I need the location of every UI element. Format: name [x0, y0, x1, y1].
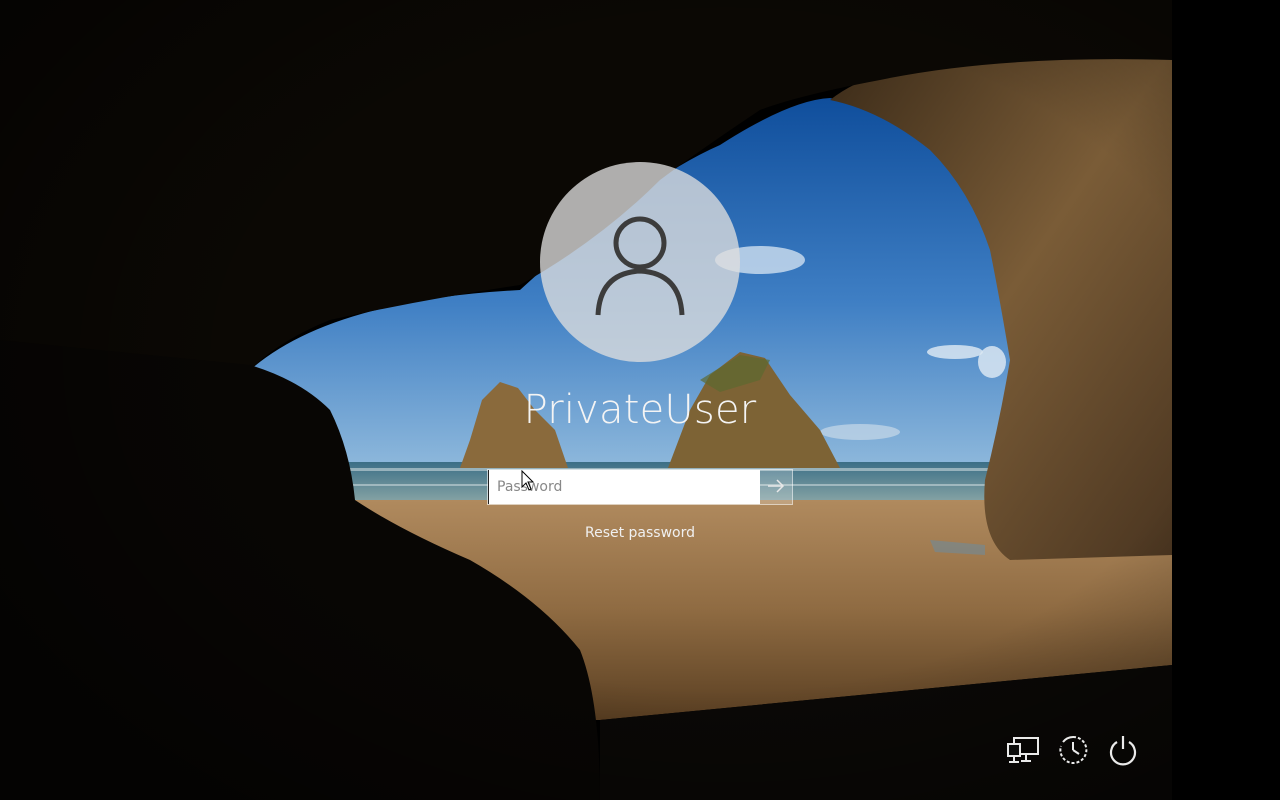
reset-password-link[interactable]: Reset password: [540, 522, 740, 544]
username-label: PrivateUser: [523, 387, 757, 433]
user-silhouette-icon: [590, 207, 690, 317]
user-avatar: [540, 162, 740, 362]
network-button[interactable]: [1004, 733, 1042, 771]
power-button[interactable]: [1104, 733, 1142, 771]
login-panel: PrivateUser Reset password: [0, 0, 1280, 800]
network-icon: [1006, 736, 1040, 768]
password-box: [487, 469, 793, 505]
password-input[interactable]: [488, 470, 760, 504]
ease-of-access-button[interactable]: [1054, 733, 1092, 771]
lock-screen: PrivateUser Reset password: [0, 0, 1280, 800]
power-icon: [1107, 734, 1139, 770]
submit-button[interactable]: [760, 470, 792, 504]
system-buttons: [1002, 733, 1144, 771]
arrow-right-icon: [767, 478, 785, 497]
ease-of-access-icon: [1057, 734, 1089, 770]
